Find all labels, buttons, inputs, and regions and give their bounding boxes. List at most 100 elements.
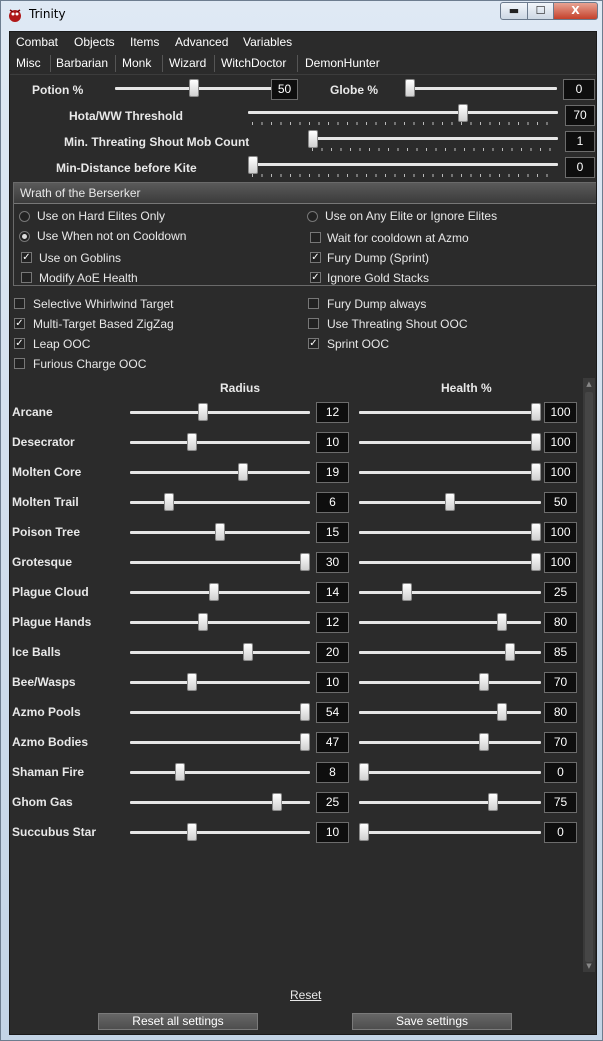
furious-charge-checkbox[interactable]: [14, 358, 25, 369]
aoe-radius-value[interactable]: 14: [316, 582, 349, 603]
aoe-radius-slider[interactable]: [130, 523, 310, 543]
zigzag-label[interactable]: Multi-Target Based ZigZag: [33, 317, 174, 331]
aoe-radius-value[interactable]: 47: [316, 732, 349, 753]
aoe-health-value[interactable]: 100: [544, 552, 577, 573]
save-settings-button[interactable]: Save settings: [352, 1013, 512, 1030]
leap-ooc-label[interactable]: Leap OOC: [33, 337, 90, 351]
aoe-radius-value[interactable]: 30: [316, 552, 349, 573]
menu-variables[interactable]: Variables: [243, 35, 292, 49]
aoe-radius-slider[interactable]: [130, 583, 310, 603]
globe-slider[interactable]: [405, 79, 557, 99]
aoe-health-value[interactable]: 70: [544, 672, 577, 693]
potion-value[interactable]: 50: [271, 79, 298, 100]
aoe-health-slider[interactable]: [359, 793, 541, 813]
aoe-radius-value[interactable]: 10: [316, 432, 349, 453]
aoe-health-value[interactable]: 0: [544, 762, 577, 783]
aoe-health-value[interactable]: 100: [544, 462, 577, 483]
aoe-radius-value[interactable]: 10: [316, 672, 349, 693]
aoe-health-value[interactable]: 50: [544, 492, 577, 513]
aoe-health-slider[interactable]: [359, 583, 541, 603]
aoe-health-value[interactable]: 25: [544, 582, 577, 603]
aoe-health-slider[interactable]: [359, 493, 541, 513]
not-cooldown-label[interactable]: Use When not on Cooldown: [37, 229, 186, 243]
aoe-health-value[interactable]: 80: [544, 612, 577, 633]
close-button[interactable]: X: [553, 2, 598, 20]
hota-slider[interactable]: [248, 104, 558, 126]
reset-all-button[interactable]: Reset all settings: [98, 1013, 258, 1030]
menu-items[interactable]: Items: [130, 35, 159, 49]
selective-ww-label[interactable]: Selective Whirlwind Target: [33, 297, 174, 311]
hard-elites-radio[interactable]: [19, 211, 30, 222]
aoe-radius-value[interactable]: 6: [316, 492, 349, 513]
fury-dump-sprint-checkbox[interactable]: ✓: [310, 252, 321, 263]
threating-value[interactable]: 1: [565, 131, 595, 152]
aoe-health-slider[interactable]: [359, 433, 541, 453]
scroll-up-icon[interactable]: ▲: [583, 378, 595, 390]
aoe-radius-slider[interactable]: [130, 613, 310, 633]
aoe-radius-slider[interactable]: [130, 403, 310, 423]
ignore-gold-checkbox[interactable]: ✓: [310, 272, 321, 283]
aoe-radius-value[interactable]: 15: [316, 522, 349, 543]
menu-combat[interactable]: Combat: [16, 35, 58, 49]
threating-ooc-label[interactable]: Use Threating Shout OOC: [327, 317, 468, 331]
aoe-health-slider[interactable]: [359, 643, 541, 663]
aoe-radius-slider[interactable]: [130, 763, 310, 783]
aoe-health-value[interactable]: 100: [544, 522, 577, 543]
tab-monk[interactable]: Monk: [122, 56, 151, 70]
aoe-health-slider[interactable]: [359, 523, 541, 543]
aoe-radius-value[interactable]: 19: [316, 462, 349, 483]
aoe-health-value[interactable]: 100: [544, 402, 577, 423]
aoe-health-slider[interactable]: [359, 463, 541, 483]
aoe-health-slider[interactable]: [359, 733, 541, 753]
aoe-radius-slider[interactable]: [130, 493, 310, 513]
leap-ooc-checkbox[interactable]: ✓: [14, 338, 25, 349]
fury-dump-always-checkbox[interactable]: [308, 298, 319, 309]
threating-ooc-checkbox[interactable]: [308, 318, 319, 329]
not-cooldown-radio[interactable]: [19, 231, 30, 242]
aoe-health-value[interactable]: 70: [544, 732, 577, 753]
title-bar[interactable]: Trinity ▬ ☐ X: [1, 1, 602, 29]
tab-wizard[interactable]: Wizard: [169, 56, 206, 70]
menu-objects[interactable]: Objects: [74, 35, 115, 49]
aoe-radius-slider[interactable]: [130, 463, 310, 483]
hota-value[interactable]: 70: [565, 105, 595, 126]
furious-charge-label[interactable]: Furious Charge OOC: [33, 357, 146, 371]
goblins-checkbox[interactable]: ✓: [21, 252, 32, 263]
aoe-health-value[interactable]: 75: [544, 792, 577, 813]
aoe-radius-slider[interactable]: [130, 703, 310, 723]
tab-witchdoctor[interactable]: WitchDoctor: [221, 56, 286, 70]
aoe-radius-value[interactable]: 12: [316, 612, 349, 633]
menu-advanced[interactable]: Advanced: [175, 35, 228, 49]
zigzag-checkbox[interactable]: ✓: [14, 318, 25, 329]
aoe-health-value[interactable]: 80: [544, 702, 577, 723]
aoe-health-slider[interactable]: [359, 763, 541, 783]
aoe-health-slider[interactable]: [359, 823, 541, 843]
any-elite-label[interactable]: Use on Any Elite or Ignore Elites: [325, 209, 497, 223]
any-elite-radio[interactable]: [307, 211, 318, 222]
goblins-label[interactable]: Use on Goblins: [39, 251, 121, 265]
threating-slider[interactable]: [308, 130, 558, 152]
reset-link[interactable]: Reset: [290, 988, 321, 1002]
hard-elites-label[interactable]: Use on Hard Elites Only: [37, 209, 165, 223]
aoe-radius-slider[interactable]: [130, 643, 310, 663]
kite-slider[interactable]: [248, 156, 558, 178]
sprint-ooc-checkbox[interactable]: ✓: [308, 338, 319, 349]
modify-aoe-label[interactable]: Modify AoE Health: [39, 271, 138, 285]
aoe-radius-slider[interactable]: [130, 553, 310, 573]
maximize-button[interactable]: ☐: [527, 2, 554, 20]
wait-cooldown-checkbox[interactable]: [310, 232, 321, 243]
aoe-health-slider[interactable]: [359, 673, 541, 693]
ignore-gold-label[interactable]: Ignore Gold Stacks: [327, 271, 429, 285]
aoe-health-slider[interactable]: [359, 613, 541, 633]
aoe-radius-value[interactable]: 25: [316, 792, 349, 813]
aoe-health-value[interactable]: 100: [544, 432, 577, 453]
aoe-radius-slider[interactable]: [130, 433, 310, 453]
scroll-thumb[interactable]: [585, 392, 593, 962]
aoe-radius-slider[interactable]: [130, 823, 310, 843]
aoe-radius-value[interactable]: 54: [316, 702, 349, 723]
aoe-radius-value[interactable]: 8: [316, 762, 349, 783]
aoe-health-slider[interactable]: [359, 553, 541, 573]
minimize-button[interactable]: ▬: [500, 2, 528, 20]
aoe-radius-slider[interactable]: [130, 733, 310, 753]
modify-aoe-checkbox[interactable]: [21, 272, 32, 283]
